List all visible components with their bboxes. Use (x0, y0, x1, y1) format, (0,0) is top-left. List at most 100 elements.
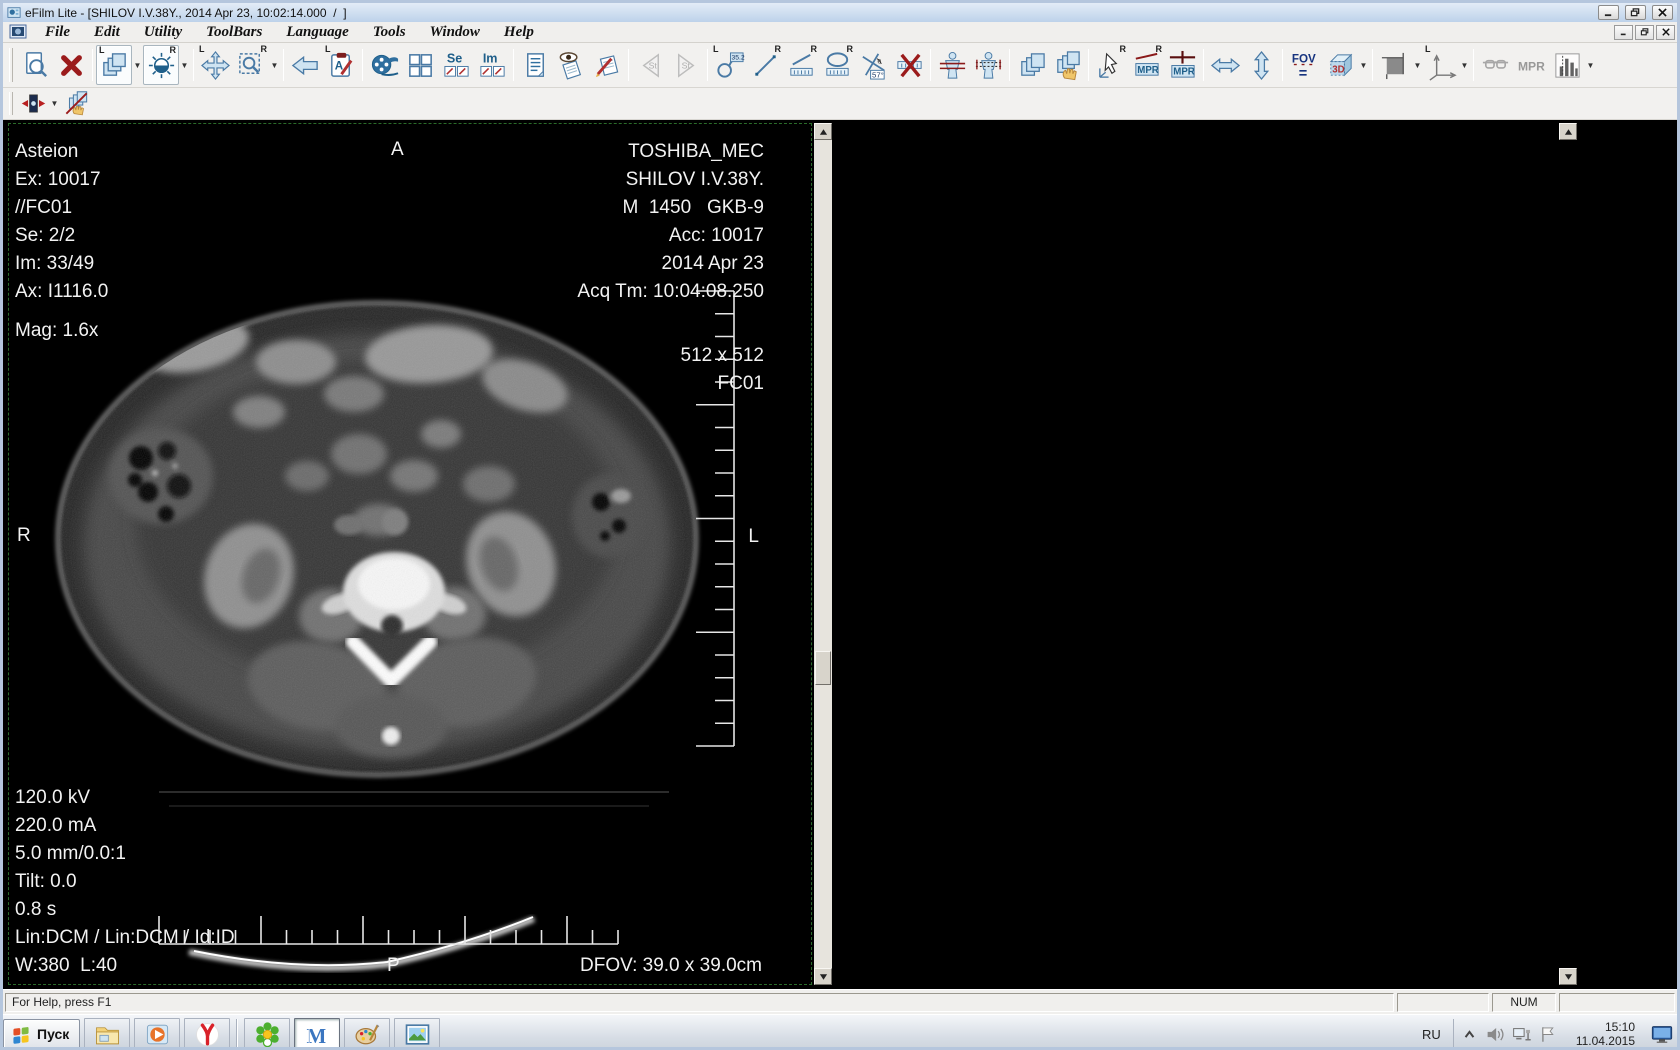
folder-explorer-button[interactable] (84, 1017, 131, 1047)
toolbar-separator (707, 49, 708, 81)
ruler-button[interactable]: R (783, 45, 819, 85)
delete-measurements-button[interactable] (891, 45, 927, 85)
mpr-label-button[interactable]: MPR (1513, 45, 1549, 85)
scroll-down-button[interactable] (814, 968, 832, 985)
orientation-axes-dropdown-arrow[interactable]: ▼ (1459, 45, 1470, 85)
picture-viewer-button[interactable] (394, 1017, 441, 1047)
scroll-down-button[interactable] (1559, 968, 1577, 985)
mdi-child-icon[interactable] (9, 24, 27, 40)
ellipse-roi-button[interactable]: R (819, 45, 855, 85)
images-per-series-button[interactable]: Im (474, 45, 510, 85)
zoom-button[interactable]: R (233, 45, 269, 85)
menu-language[interactable]: Language (274, 22, 361, 42)
menu-toolbars[interactable]: ToolBars (194, 22, 274, 42)
media-player-button[interactable] (134, 1017, 181, 1047)
paint-palette-button[interactable] (344, 1017, 391, 1047)
mpr-line-button[interactable]: MPR R (1128, 45, 1164, 85)
menu-bar: File Edit Utility ToolBars Language Tools Wind… (3, 22, 1677, 43)
menu-edit[interactable]: Edit (82, 22, 132, 42)
fov-equalize-button[interactable]: FOV = (1286, 45, 1322, 85)
mpr-line-icon: MPR (1134, 52, 1158, 75)
collimation-button[interactable] (1376, 45, 1412, 85)
child-close-button[interactable] (1656, 24, 1675, 40)
toolbar-gripper[interactable] (9, 91, 13, 116)
yandex-browser-button[interactable] (184, 1017, 231, 1047)
overlay-technique-info: 120.0 kV 220.0 mA 5.0 mm/0.0:1 Tilt: 0.0 0.8… (15, 784, 235, 980)
menu-utility[interactable]: Utility (132, 22, 194, 42)
scroll-up-button[interactable] (1559, 123, 1577, 140)
toolbar-separator (92, 49, 93, 81)
window-level-button[interactable]: R (143, 45, 179, 85)
layout-grid-button[interactable] (402, 45, 438, 85)
mpr-cross-button[interactable]: MPR (1164, 45, 1200, 85)
stack-mode-button[interactable]: L (96, 45, 132, 85)
back-arrow-button[interactable] (287, 45, 323, 85)
localizer-lines-button[interactable] (934, 45, 970, 85)
stack-mode-dropdown-arrow[interactable]: ▼ (132, 45, 143, 85)
angle-button[interactable]: θ 57° (855, 45, 891, 85)
flip-horizontal-icon (1210, 57, 1240, 73)
tray-network[interactable] (1510, 1022, 1534, 1046)
line-tool-icon (754, 54, 776, 76)
edit-report-button[interactable] (589, 45, 625, 85)
image-pane-active[interactable]: Asteion Ex: 10017 //FC01 Se: 2/2 Im: 33/49 Ax… (8, 123, 812, 985)
scroll-up-button[interactable] (814, 123, 832, 140)
taskbar-clock[interactable]: 15:10 11.04.2015 (1568, 1020, 1643, 1047)
volume-3d-dropdown-arrow[interactable]: ▼ (1358, 45, 1369, 85)
flip-vertical-button[interactable] (1243, 45, 1279, 85)
restore-button[interactable] (1625, 5, 1646, 20)
collimation-dropdown-arrow[interactable]: ▼ (1412, 45, 1423, 85)
window-level-dropdown-arrow[interactable]: ▼ (179, 45, 190, 85)
scrollbar-thumb[interactable] (815, 651, 831, 685)
overlay-study-info: Asteion Ex: 10017 //FC01 Se: 2/2 Im: 33/49 Ax… (15, 138, 108, 306)
tray-flag[interactable] (1536, 1022, 1560, 1046)
open-study-button[interactable] (17, 45, 53, 85)
fit-to-window-button[interactable] (17, 90, 49, 118)
pane1-scrollbar[interactable] (814, 123, 832, 985)
view-report-button[interactable] (553, 45, 589, 85)
flip-horizontal-button[interactable] (1207, 45, 1243, 85)
tray-speaker[interactable] (1484, 1022, 1508, 1046)
start-button[interactable]: Пуск (3, 1018, 81, 1047)
menu-tools[interactable]: Tools (361, 22, 418, 42)
toolbar-gripper[interactable] (9, 48, 13, 82)
close-button[interactable] (1652, 5, 1673, 20)
cursor-3d-button[interactable]: R (1092, 45, 1128, 85)
volume-3d-button[interactable]: 3D (1322, 45, 1358, 85)
menu-window[interactable]: Window (418, 22, 492, 42)
back-arrow-icon (291, 55, 318, 75)
localizer-scout-button[interactable] (970, 45, 1006, 85)
no-drag-button[interactable] (60, 90, 92, 118)
child-minimize-button[interactable] (1614, 24, 1633, 40)
close-study-button[interactable] (53, 45, 89, 85)
stereo-glasses-button[interactable] (1477, 45, 1513, 85)
prev-study-button[interactable]: St (632, 45, 668, 85)
probe-button[interactable]: 35.2 L (711, 45, 747, 85)
menu-file[interactable]: File (33, 22, 82, 42)
series-per-screen-button[interactable]: Se (438, 45, 474, 85)
image-pane-empty[interactable] (833, 123, 1559, 985)
link-series-button[interactable] (1013, 45, 1049, 85)
icq-flower-button[interactable] (244, 1017, 291, 1047)
show-desktop-button[interactable] (1647, 1019, 1677, 1047)
zoom-dropdown-arrow[interactable]: ▼ (269, 45, 280, 85)
language-indicator[interactable]: RU (1414, 1027, 1449, 1042)
pane2-scrollbar[interactable] (1559, 123, 1577, 985)
histogram-dropdown-arrow[interactable]: ▼ (1585, 45, 1596, 85)
minimize-button[interactable] (1598, 5, 1619, 20)
next-study-button[interactable]: St (668, 45, 704, 85)
orientation-right: L (748, 526, 759, 547)
report-button[interactable] (517, 45, 553, 85)
menu-help[interactable]: Help (492, 22, 546, 42)
orientation-axes-button[interactable]: L (1423, 45, 1459, 85)
annotations-button[interactable]: AL (323, 45, 359, 85)
cine-button[interactable] (366, 45, 402, 85)
tray-chevron-up[interactable] (1458, 1022, 1482, 1046)
drag-series-button[interactable] (1049, 45, 1085, 85)
pan-button[interactable]: L (197, 45, 233, 85)
line-tool-button[interactable]: R (747, 45, 783, 85)
efilm-task-button[interactable]: M (294, 1017, 341, 1047)
fit-to-window-dropdown-arrow[interactable]: ▼ (49, 84, 60, 124)
histogram-button[interactable] (1549, 45, 1585, 85)
child-restore-button[interactable] (1635, 24, 1654, 40)
